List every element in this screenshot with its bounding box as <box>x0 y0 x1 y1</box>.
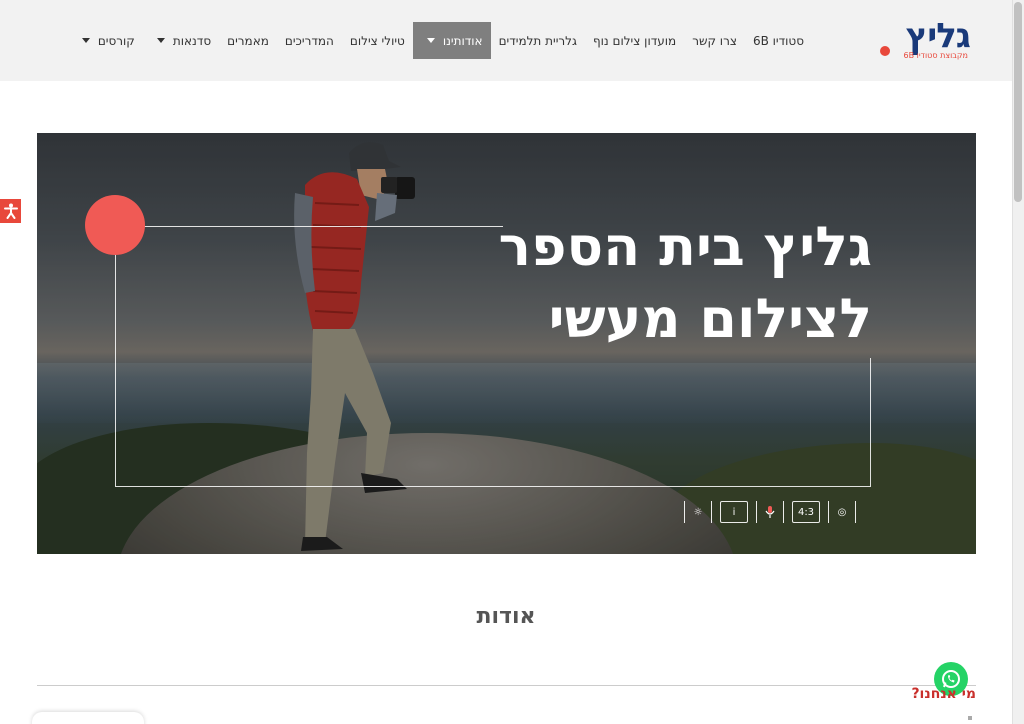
info-icon: i <box>720 501 748 523</box>
page-scrollbar[interactable] <box>1012 0 1024 724</box>
nav-item-contact[interactable]: צרו קשר <box>684 22 745 59</box>
nav-label: אודותינו <box>442 33 483 48</box>
accessibility-icon <box>3 203 18 219</box>
site-header: גליץ מקבוצת סטודיו 6B קורסים סדנאות מאמר… <box>0 0 1012 81</box>
about-section-title: אודות <box>476 604 536 629</box>
nav-item-studio-6b[interactable]: סטודיו 6B <box>745 22 812 59</box>
nav-label: צרו קשר <box>692 33 737 48</box>
site-logo[interactable]: גליץ מקבוצת סטודיו 6B <box>878 16 974 64</box>
info-icon-label: i <box>732 506 736 518</box>
frame-line <box>115 486 871 487</box>
nav-item-student-gallery[interactable]: גלריית תלמידים <box>491 22 585 59</box>
nav-item-instructors[interactable]: המדריכים <box>277 22 342 59</box>
decorative-mark <box>968 716 972 720</box>
aspect-ratio-label: 4:3 <box>797 506 815 518</box>
nav-item-workshops[interactable]: סדנאות <box>143 22 219 59</box>
brightness-icon: ☼ <box>684 501 712 523</box>
chat-widget[interactable] <box>32 712 144 724</box>
hero-title-line: לצילום מעשי <box>548 287 872 350</box>
nav-item-photo-trips[interactable]: טיולי צילום <box>342 22 413 59</box>
nav-label: קורסים <box>97 33 135 48</box>
chevron-down-icon <box>421 38 435 43</box>
microphone-icon <box>756 501 784 523</box>
aspect-ratio-icon: 4:3 <box>792 501 820 523</box>
logo-subtitle: מקבוצת סטודיו 6B <box>903 51 968 60</box>
nav-label: גלריית תלמידים <box>498 33 577 48</box>
nav-label: המדריכים <box>284 33 334 48</box>
hero-title: גליץ בית הספר לצילום מעשי <box>372 211 872 355</box>
nav-label: סדנאות <box>172 33 212 48</box>
nav-item-courses[interactable]: קורסים <box>68 22 143 59</box>
nav-label: טיולי צילום <box>349 33 405 48</box>
nav-label: מועדון צילום נוף <box>592 33 677 48</box>
logo-text: גליץ <box>905 16 971 56</box>
accessibility-button[interactable] <box>0 199 21 223</box>
scrollbar-thumb[interactable] <box>1014 2 1022 202</box>
logo-dot <box>880 46 890 56</box>
camera-overlay-icons: ☼ i 4:3 ◎ <box>684 499 856 525</box>
nav-item-articles[interactable]: מאמרים <box>219 22 277 59</box>
main-nav: קורסים סדנאות מאמרים המדריכים טיולי צילו… <box>68 22 812 59</box>
frame-line <box>115 254 116 486</box>
who-are-we-link[interactable]: מי אנחנו? <box>911 686 976 702</box>
nav-label: מאמרים <box>227 33 269 48</box>
nav-item-about[interactable]: אודותינו <box>412 22 491 59</box>
nav-item-landscape-club[interactable]: מועדון צילום נוף <box>585 22 684 59</box>
focus-icon: ◎ <box>828 501 856 523</box>
section-divider <box>37 685 976 686</box>
chevron-down-icon <box>151 38 165 43</box>
nav-label: סטודיו 6B <box>752 33 804 48</box>
frame-line <box>870 358 871 486</box>
hero-banner: גליץ בית הספר לצילום מעשי ☼ i 4:3 ◎ <box>37 133 976 554</box>
hero-title-line: גליץ בית הספר <box>498 215 872 278</box>
chevron-down-icon <box>76 38 90 43</box>
record-dot <box>85 195 145 255</box>
